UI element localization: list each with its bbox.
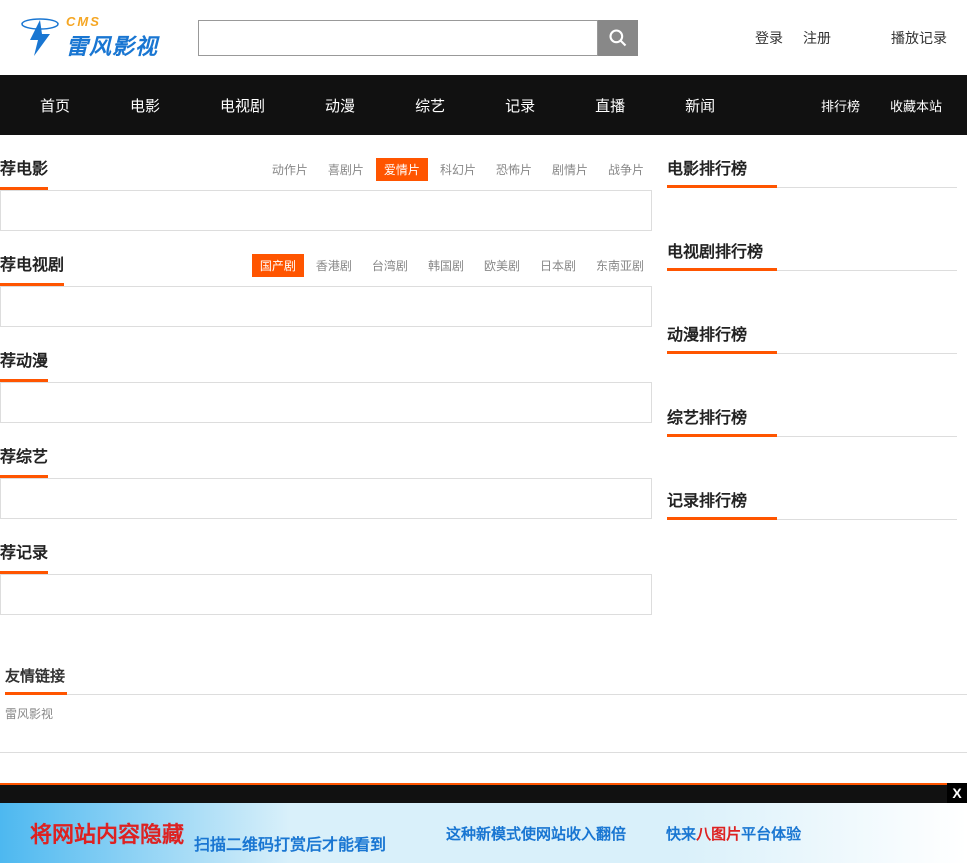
- section-tv: 荐电视剧 国产剧 香港剧 台湾剧 韩国剧 欧美剧 日本剧 东南亚剧: [0, 251, 652, 327]
- footer-bar: [0, 783, 967, 803]
- tab-romance[interactable]: 爱情片: [376, 158, 428, 181]
- banner-t4b: 八图片: [696, 826, 741, 843]
- section-variety-title: 荐综艺: [0, 443, 48, 478]
- search-input[interactable]: [198, 20, 598, 56]
- search-button[interactable]: [598, 20, 638, 56]
- tab-action[interactable]: 动作片: [264, 158, 316, 181]
- friend-title-wrap: 友情链接: [5, 665, 967, 695]
- nav-live[interactable]: 直播: [565, 95, 655, 116]
- banner-text-4: 快来八图片平台体验: [666, 823, 801, 844]
- logo-main: 雷风影视: [66, 29, 158, 61]
- nav-movie[interactable]: 电影: [100, 95, 190, 116]
- banner-text-1: 将网站内容隐藏: [30, 817, 184, 849]
- tab-drama[interactable]: 剧情片: [544, 158, 596, 181]
- section-movie-head: 荐电影 动作片 喜剧片 爱情片 科幻片 恐怖片 剧情片 战争片: [0, 155, 652, 191]
- login-link[interactable]: 登录: [755, 28, 783, 48]
- right-column: 电影排行榜 电视剧排行榜 动漫排行榜 综艺排行榜 记录排行榜: [667, 155, 967, 635]
- section-variety-body: [0, 479, 652, 519]
- rank-anime: 动漫排行榜: [667, 321, 957, 354]
- rank-variety-title: 综艺排行榜: [667, 404, 957, 437]
- tv-tabs: 国产剧 香港剧 台湾剧 韩国剧 欧美剧 日本剧 东南亚剧: [252, 254, 652, 277]
- play-history-link[interactable]: 播放记录: [891, 28, 947, 48]
- section-anime-title: 荐动漫: [0, 347, 48, 382]
- friend-links-title: 友情链接: [5, 665, 967, 694]
- section-tv-title: 荐电视剧: [0, 251, 64, 286]
- section-record: 荐记录: [0, 539, 652, 615]
- logo-text: CMS 雷风影视: [66, 14, 158, 61]
- nav-news[interactable]: 新闻: [655, 95, 745, 116]
- tab-hk[interactable]: 香港剧: [308, 254, 360, 277]
- logo-icon: [20, 18, 60, 58]
- rank-tv-title: 电视剧排行榜: [667, 238, 957, 271]
- main-content: 荐电影 动作片 喜剧片 爱情片 科幻片 恐怖片 剧情片 战争片 荐电视剧 国产剧…: [0, 135, 967, 655]
- search-form: [198, 20, 638, 56]
- section-movie-body: [0, 191, 652, 231]
- friend-links-section: 友情链接 雷风影视: [0, 655, 967, 753]
- section-record-title: 荐记录: [0, 539, 48, 574]
- rank-record: 记录排行榜: [667, 487, 957, 520]
- tab-comedy[interactable]: 喜剧片: [320, 158, 372, 181]
- banner-t4a: 快来: [666, 826, 696, 843]
- nav-record[interactable]: 记录: [475, 95, 565, 116]
- banner-t4c: 平台体验: [741, 826, 801, 843]
- banner-close-button[interactable]: X: [947, 783, 967, 803]
- bottom-banner[interactable]: X 将网站内容隐藏 扫描二维码打赏后才能看到 这种新模式使网站收入翻倍 快来八图…: [0, 803, 967, 863]
- section-record-body: [0, 575, 652, 615]
- section-anime-body: [0, 383, 652, 423]
- section-variety: 荐综艺: [0, 443, 652, 519]
- rank-record-title: 记录排行榜: [667, 487, 957, 520]
- tab-horror[interactable]: 恐怖片: [488, 158, 540, 181]
- rank-movie: 电影排行榜: [667, 155, 957, 188]
- rank-movie-title: 电影排行榜: [667, 155, 957, 188]
- section-tv-body: [0, 287, 652, 327]
- spacer: [0, 753, 967, 783]
- tab-us[interactable]: 欧美剧: [476, 254, 528, 277]
- section-tv-head: 荐电视剧 国产剧 香港剧 台湾剧 韩国剧 欧美剧 日本剧 东南亚剧: [0, 251, 652, 287]
- nav-variety[interactable]: 综艺: [385, 95, 475, 116]
- header-links: 登录 注册 播放记录: [755, 28, 947, 48]
- register-link[interactable]: 注册: [803, 28, 831, 48]
- section-anime-head: 荐动漫: [0, 347, 652, 383]
- rank-variety: 综艺排行榜: [667, 404, 957, 437]
- section-record-head: 荐记录: [0, 539, 652, 575]
- tab-kr[interactable]: 韩国剧: [420, 254, 472, 277]
- banner-text-3: 这种新模式使网站收入翻倍: [446, 823, 626, 844]
- rank-anime-title: 动漫排行榜: [667, 321, 957, 354]
- section-movie-title: 荐电影: [0, 155, 48, 190]
- movie-tabs: 动作片 喜剧片 爱情片 科幻片 恐怖片 剧情片 战争片: [264, 158, 652, 181]
- main-nav: 首页 电影 电视剧 动漫 综艺 记录 直播 新闻 排行榜 收藏本站: [0, 75, 967, 135]
- nav-anime[interactable]: 动漫: [295, 95, 385, 116]
- section-anime: 荐动漫: [0, 347, 652, 423]
- nav-home[interactable]: 首页: [10, 95, 100, 116]
- logo[interactable]: CMS 雷风影视: [20, 14, 158, 61]
- logo-cms: CMS: [66, 14, 158, 29]
- search-icon: [608, 28, 628, 48]
- tab-scifi[interactable]: 科幻片: [432, 158, 484, 181]
- nav-tv[interactable]: 电视剧: [190, 95, 295, 116]
- nav-ranking[interactable]: 排行榜: [806, 96, 875, 115]
- rank-tv: 电视剧排行榜: [667, 238, 957, 271]
- section-movie: 荐电影 动作片 喜剧片 爱情片 科幻片 恐怖片 剧情片 战争片: [0, 155, 652, 231]
- section-variety-head: 荐综艺: [0, 443, 652, 479]
- tab-cn[interactable]: 国产剧: [252, 254, 304, 277]
- tab-sea[interactable]: 东南亚剧: [588, 254, 652, 277]
- header: CMS 雷风影视 登录 注册 播放记录: [0, 0, 967, 75]
- banner-text-2: 扫描二维码打赏后才能看到: [194, 831, 386, 863]
- tab-war[interactable]: 战争片: [600, 158, 652, 181]
- tab-tw[interactable]: 台湾剧: [364, 254, 416, 277]
- nav-bookmark[interactable]: 收藏本站: [875, 96, 957, 115]
- tab-jp[interactable]: 日本剧: [532, 254, 584, 277]
- friend-link-item[interactable]: 雷风影视: [5, 695, 53, 722]
- left-column: 荐电影 动作片 喜剧片 爱情片 科幻片 恐怖片 剧情片 战争片 荐电视剧 国产剧…: [0, 155, 652, 635]
